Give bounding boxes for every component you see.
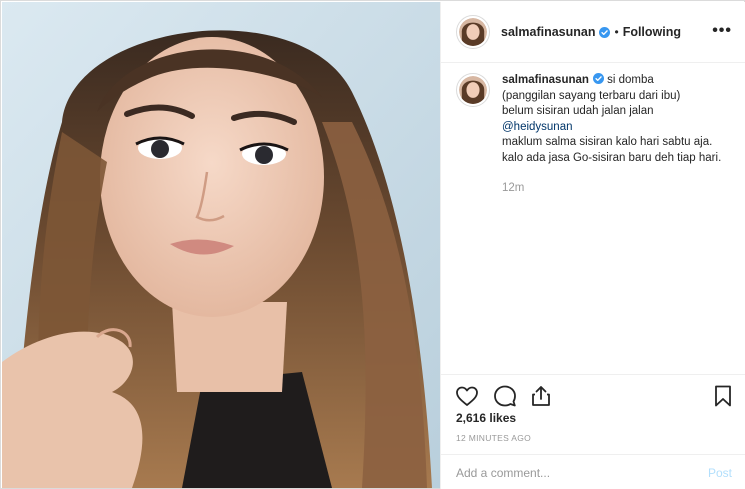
- header-separator: •: [614, 25, 619, 39]
- selfie-image: [2, 2, 440, 488]
- verified-badge-icon: [592, 73, 604, 84]
- mention-link[interactable]: @heidysunan: [502, 120, 732, 136]
- avatar-image: [459, 18, 487, 46]
- avatar-image: [459, 76, 487, 104]
- caption-relative-time[interactable]: 12m: [502, 181, 732, 197]
- avatar[interactable]: [456, 15, 490, 49]
- post-side-panel: salmafinasunan • Following ••• salmafina…: [440, 2, 745, 489]
- caption-avatar[interactable]: [456, 73, 490, 107]
- comment-icon[interactable]: [493, 384, 517, 408]
- share-icon[interactable]: [529, 384, 553, 408]
- caption-line-5: kalo ada jasa Go-sisiran baru deh tiap h…: [502, 151, 722, 164]
- caption-line-3: belum sisiran udah jalan jalan: [502, 105, 654, 117]
- caption-block: salmafinasunan si domba (panggilan sayan…: [456, 73, 736, 197]
- caption-line-2: (panggilan sayang terbaru dari ibu): [502, 89, 681, 102]
- username-link[interactable]: salmafinasunan: [501, 25, 595, 39]
- caption-username-link[interactable]: salmafinasunan: [502, 74, 589, 86]
- comment-input[interactable]: [456, 465, 686, 481]
- following-button[interactable]: Following: [623, 25, 681, 39]
- caption-line-4: maklum salma sisiran kalo hari sabtu aja…: [502, 136, 713, 148]
- action-bar: [441, 374, 745, 414]
- post-comment-button[interactable]: Post: [708, 466, 732, 480]
- post-header: salmafinasunan • Following •••: [441, 2, 745, 63]
- heart-icon[interactable]: [455, 384, 479, 408]
- verified-badge-icon: [599, 26, 611, 38]
- caption-line-1: si domba: [603, 74, 654, 86]
- bookmark-icon[interactable]: [711, 384, 735, 408]
- comment-bar: Post: [441, 454, 745, 489]
- caption-text: salmafinasunan si domba (panggilan sayan…: [502, 73, 732, 197]
- post-photo[interactable]: [2, 2, 440, 488]
- post-timestamp: 12 MINUTES AGO: [456, 433, 532, 443]
- likes-count[interactable]: 2,616 likes: [456, 411, 516, 425]
- more-options-icon[interactable]: •••: [712, 23, 732, 39]
- instagram-post: salmafinasunan • Following ••• salmafina…: [0, 0, 745, 489]
